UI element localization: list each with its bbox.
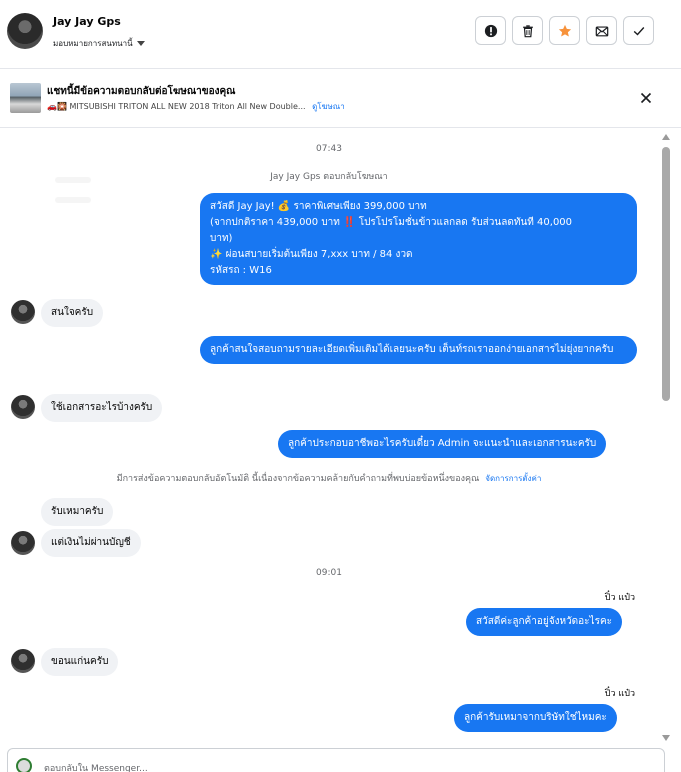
ad-banner-title: แชทนี้มีข้อความตอบกลับต่อโฆษณาของคุณ (47, 86, 236, 97)
conversation-header: Jay Jay Gps มอบหมายการสนทนานี้ (0, 0, 681, 69)
star-icon (558, 24, 571, 37)
outgoing-message[interactable]: ลูกค้ารับเหมาจากบริษัทใช่ไหมคะ (454, 704, 617, 732)
incoming-message[interactable]: ขอนแก่นครับ (41, 648, 119, 676)
incoming-message[interactable]: รับเหมาครับ (41, 498, 114, 526)
outgoing-message[interactable]: ลูกค้าประกอบอาชีพอะไรครับเดี๋ยว Admin จะ… (278, 430, 607, 458)
ad-thumbnail[interactable] (10, 83, 41, 113)
header-actions (475, 16, 654, 45)
delete-button[interactable] (512, 16, 543, 45)
timestamp: 07:43 (316, 144, 342, 154)
sender-name: ปิ๋ว แป๋ว (604, 689, 635, 699)
close-icon (640, 92, 652, 104)
outgoing-message[interactable]: สวัสดี Jay Jay! 💰 ราคาพิเศษเพียง 399,000… (200, 193, 637, 285)
assign-label: มอบหมายการสนทนานี้ (53, 39, 133, 48)
assign-conversation-dropdown[interactable]: มอบหมายการสนทนานี้ (53, 37, 145, 50)
ad-reply-banner: แชทนี้มีข้อความตอบกลับต่อโฆษณาของคุณ 🚗🎇 … (0, 70, 681, 128)
outgoing-message[interactable]: ลูกค้าสนใจสอบถามรายละเอียดเพิ่มเติมได้เล… (200, 336, 637, 364)
check-icon (633, 26, 644, 35)
ad-description: 🚗🎇 MITSUBISHI TRITON ALL NEW 2018 Triton… (47, 102, 306, 111)
reply-input-placeholder[interactable]: ตอบกลับใน Messenger... (44, 761, 148, 772)
star-button[interactable] (549, 16, 580, 45)
auto-reply-note: มีการส่งข้อความตอบกลับอัตโนมัติ นี้เนื่อ… (0, 471, 658, 485)
contact-avatar-small[interactable] (11, 300, 35, 324)
message-thread[interactable]: 07:43 Jay Jay Gps ตอบกลับโฆษณา สวัสดี Ja… (0, 129, 658, 744)
message-line: สวัสดี Jay Jay! 💰 ราคาพิเศษเพียง 399,000… (210, 201, 427, 212)
faint-placeholder (55, 197, 91, 203)
exclamation-icon (484, 24, 497, 37)
page-avatar (16, 758, 32, 772)
contact-avatar-small[interactable] (11, 395, 35, 419)
contact-avatar-small[interactable] (11, 531, 35, 555)
contact-avatar[interactable] (7, 13, 43, 49)
done-button[interactable] (623, 16, 654, 45)
auto-reply-note-text: มีการส่งข้อความตอบกลับอัตโนมัติ นี้เนื่อ… (116, 474, 480, 484)
message-line: บาท) (210, 233, 233, 244)
contact-avatar-small[interactable] (11, 649, 35, 673)
mark-unread-button[interactable] (586, 16, 617, 45)
incoming-message[interactable]: ใช้เอกสารอะไรบ้างครับ (41, 394, 163, 422)
caret-down-icon (136, 41, 145, 46)
scroll-down-arrow-icon[interactable] (662, 735, 670, 741)
ad-description-line: 🚗🎇 MITSUBISHI TRITON ALL NEW 2018 Triton… (47, 100, 345, 113)
trash-icon (522, 24, 533, 37)
view-ad-link[interactable]: ดูโฆษณา (312, 102, 345, 111)
envelope-icon (595, 25, 608, 36)
incoming-message[interactable]: แต่เงินไม่ผ่านบัญชี (41, 529, 141, 557)
report-button[interactable] (475, 16, 506, 45)
timestamp: 09:01 (316, 568, 342, 578)
contact-name[interactable]: Jay Jay Gps (53, 15, 121, 28)
message-line: (จากปกติราคา 439,000 บาท ‼️ โปรโปรโมชั่น… (210, 217, 573, 228)
message-line: ✨ ผ่อนสบายเริ่มต้นเพียง 7,xxx บาท / 84 ง… (210, 249, 413, 260)
scroll-up-arrow-icon[interactable] (662, 134, 670, 140)
reply-composer[interactable]: ตอบกลับใน Messenger... (7, 748, 665, 772)
message-line: รหัสรถ : W16 (210, 265, 272, 276)
outgoing-message[interactable]: สวัสดีค่ะลูกค้าอยู่จังหวัดอะไรคะ (466, 608, 623, 636)
close-banner-button[interactable] (636, 89, 656, 107)
scrollbar-thumb[interactable] (662, 147, 670, 401)
ad-reply-note: Jay Jay Gps ตอบกลับโฆษณา (270, 172, 388, 182)
incoming-message[interactable]: สนใจครับ (41, 299, 104, 327)
sender-name: ปิ๋ว แป๋ว (604, 593, 635, 603)
manage-settings-link[interactable]: จัดการการตั้งค่า (485, 474, 541, 483)
